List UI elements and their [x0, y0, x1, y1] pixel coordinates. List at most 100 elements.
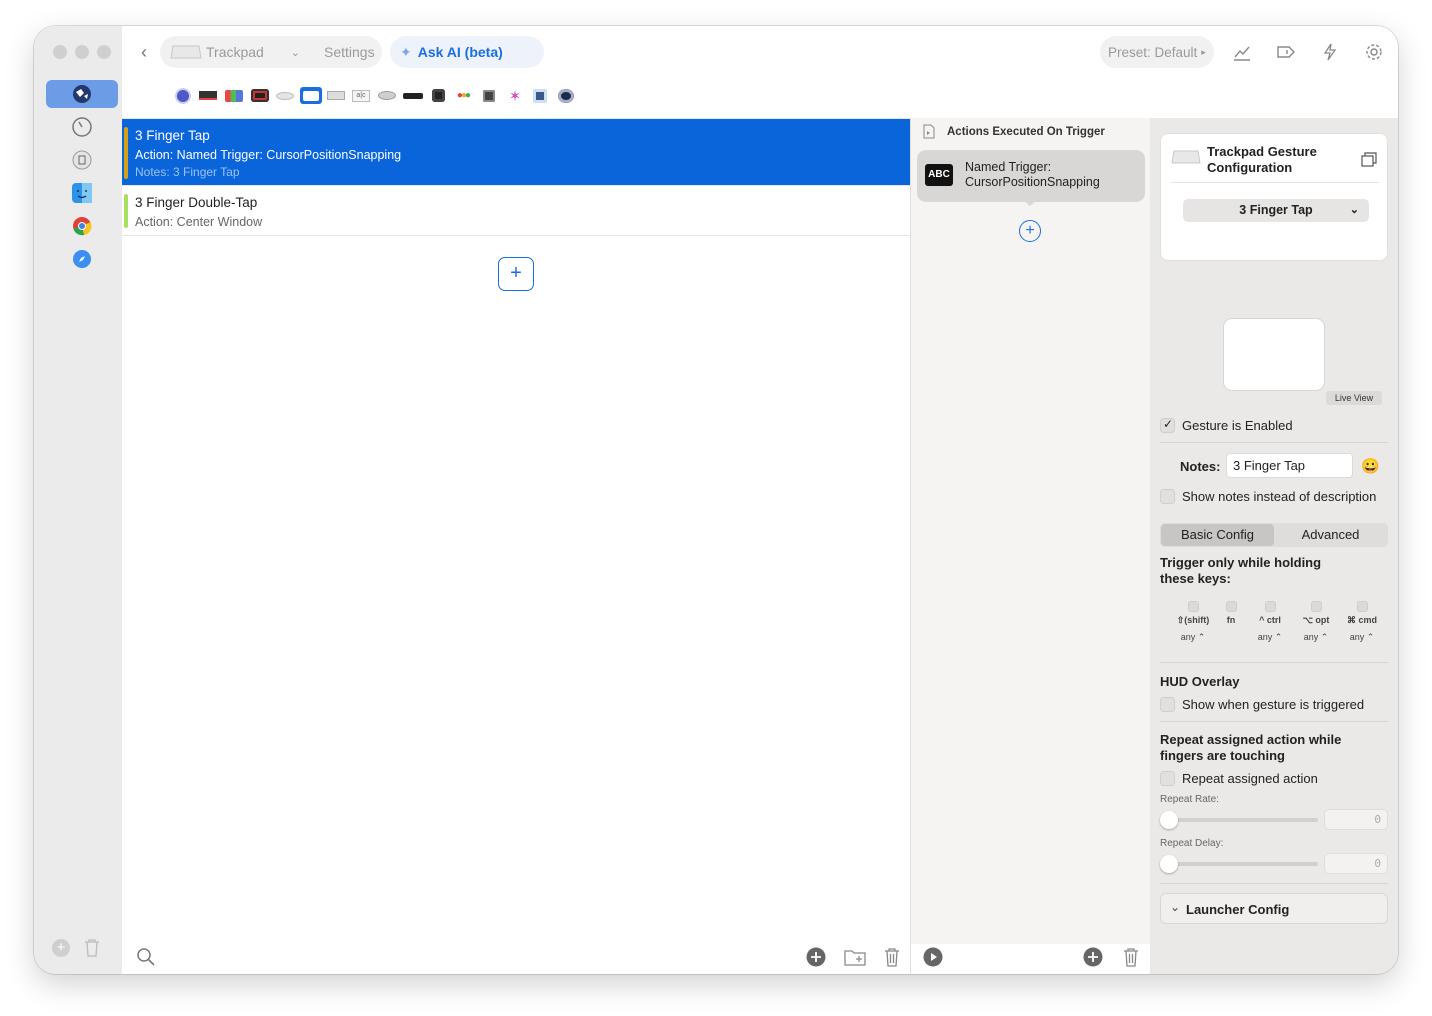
fn-checkbox[interactable] — [1226, 601, 1237, 612]
repeat-title-line2: fingers are touching — [1160, 748, 1285, 763]
rail-item-finder[interactable] — [46, 179, 118, 207]
hud-checkbox[interactable] — [1160, 697, 1175, 712]
trigger-list: 3 Finger Tap Action: Named Trigger: Curs… — [122, 118, 911, 974]
device-tab-notch-bar[interactable] — [556, 87, 576, 104]
trigger-action: Action: Center Window — [135, 215, 263, 229]
trigger-title: 3 Finger Double-Tap — [135, 195, 258, 210]
rail-item-safari[interactable] — [46, 245, 118, 273]
minimize-window-button[interactable] — [75, 45, 89, 59]
sparkle-icon: ✦ — [400, 43, 412, 60]
preset-selector[interactable]: Preset: Default ▸ — [1100, 36, 1214, 68]
device-tab-midi[interactable] — [530, 87, 550, 104]
device-tab-siri-remote[interactable] — [403, 87, 423, 104]
trigger-action: Action: Named Trigger: CursorPositionSna… — [135, 148, 402, 162]
action-label-line2: CursorPositionSnapping — [965, 175, 1100, 189]
tab-basic-config[interactable]: Basic Config — [1161, 524, 1274, 546]
add-action-circle-icon[interactable] — [1083, 947, 1103, 967]
device-label: Trackpad — [206, 44, 264, 60]
device-tab-text-recorder[interactable]: a|c — [351, 87, 371, 104]
device-tab-magic-mouse[interactable] — [275, 87, 295, 104]
trigger-color-bar — [124, 194, 128, 228]
device-tab-keyboard[interactable] — [326, 87, 346, 104]
opt-checkbox[interactable] — [1311, 601, 1322, 612]
rail-item-timers[interactable] — [46, 113, 118, 141]
cmd-label: ⌘ cmd — [1346, 615, 1377, 625]
notes-input[interactable]: 3 Finger Tap — [1226, 453, 1353, 478]
chart-icon[interactable] — [1232, 42, 1252, 62]
shift-checkbox[interactable] — [1188, 601, 1199, 612]
close-window-button[interactable] — [53, 45, 67, 59]
tab-advanced[interactable]: Advanced — [1274, 524, 1387, 546]
copy-icon[interactable] — [1361, 152, 1377, 168]
rail-delete-icon[interactable] — [84, 938, 100, 957]
add-action-button[interactable]: + — [1019, 220, 1041, 242]
show-notes-checkbox[interactable] — [1160, 489, 1175, 504]
repeat-checkbox[interactable] — [1160, 771, 1175, 786]
actions-bottom-bar — [911, 944, 1151, 974]
preset-label: Preset: Default — [1108, 44, 1198, 60]
device-tab-drawings[interactable]: ✶ — [505, 87, 525, 105]
ctrl-checkbox[interactable] — [1265, 601, 1276, 612]
ctrl-side-select[interactable]: any ⌃ — [1248, 632, 1292, 643]
delete-action-icon[interactable] — [1123, 947, 1139, 967]
rail-item-trash[interactable] — [46, 146, 118, 174]
shift-side-select[interactable]: any ⌃ — [1171, 632, 1215, 643]
gear-icon[interactable] — [1364, 42, 1384, 62]
ask-ai-button[interactable]: ✦ Ask AI (beta) — [390, 36, 544, 68]
new-folder-icon[interactable] — [844, 947, 866, 967]
gesture-enabled-checkbox[interactable]: ✓ — [1160, 417, 1175, 433]
trigger-notes: Notes: 3 Finger Tap — [135, 165, 240, 179]
device-tab-streamdeck[interactable] — [250, 87, 270, 104]
cmd-checkbox[interactable] — [1357, 601, 1368, 612]
trigger-keys-line1: Trigger only while holding — [1160, 555, 1322, 570]
trigger-title: 3 Finger Tap — [135, 128, 210, 143]
show-notes-label: Show notes instead of description — [1182, 489, 1377, 504]
rail-item-global[interactable] — [46, 80, 118, 108]
opt-side-select[interactable]: any ⌃ — [1294, 632, 1338, 643]
add-trigger-button[interactable]: + — [498, 257, 534, 291]
repeat-label: Repeat assigned action — [1182, 771, 1318, 786]
device-tab-bttremote[interactable] — [428, 87, 448, 104]
config-panel: Trackpad Gesture Configuration 3 Finger … — [1150, 118, 1398, 974]
add-circle-icon[interactable] — [806, 947, 826, 967]
device-tab-other-triggers[interactable]: ●●● — [453, 87, 473, 104]
repeat-rate-slider[interactable] — [1160, 811, 1318, 829]
cmd-side-select[interactable]: any ⌃ — [1340, 632, 1384, 643]
finder-icon — [72, 183, 92, 203]
ask-ai-label: Ask AI (beta) — [417, 44, 503, 60]
device-tab-automations[interactable] — [479, 87, 499, 104]
device-tab-trackpad[interactable] — [300, 87, 322, 104]
repeat-delay-slider[interactable] — [1160, 855, 1318, 873]
search-icon[interactable] — [136, 947, 156, 967]
device-tab-touchbar[interactable] — [198, 87, 218, 104]
config-title: Trackpad Gesture Configuration — [1207, 144, 1317, 176]
sidebar-rail: + — [34, 26, 122, 974]
device-tab-global[interactable] — [173, 87, 193, 104]
bolt-icon[interactable] — [1320, 42, 1340, 62]
trigger-row-1[interactable]: 3 Finger Tap Action: Named Trigger: Curs… — [122, 119, 910, 186]
divider — [1160, 662, 1388, 663]
play-icon[interactable] — [923, 947, 943, 967]
rail-item-chrome[interactable] — [46, 212, 118, 240]
back-chevron-icon[interactable]: ‹ — [134, 42, 154, 62]
live-view-button[interactable]: Live View — [1326, 391, 1382, 405]
emoji-picker-icon[interactable]: 😀 — [1361, 457, 1380, 475]
repeat-rate-input[interactable]: 0 — [1324, 809, 1388, 830]
repeat-rate-knob[interactable] — [1160, 811, 1178, 829]
settings-link[interactable]: Settings — [324, 44, 375, 60]
trigger-row-2[interactable]: 3 Finger Double-Tap Action: Center Windo… — [122, 186, 910, 236]
zoom-window-button[interactable] — [97, 45, 111, 59]
device-tab-normal-mouse[interactable] — [377, 87, 397, 104]
trigger-keys-title: Trigger only while holding these keys: — [1160, 555, 1321, 587]
repeat-delay-knob[interactable] — [1160, 855, 1178, 873]
gesture-select[interactable]: 3 Finger Tap ⌄ — [1183, 199, 1369, 222]
delete-icon[interactable] — [884, 947, 900, 967]
rail-add-button[interactable]: + — [52, 939, 70, 957]
launcher-config-disclosure[interactable]: ⌄ Launcher Config — [1160, 893, 1388, 924]
fn-label: fn — [1226, 615, 1236, 625]
hud-title: HUD Overlay — [1160, 674, 1240, 689]
label-icon[interactable] — [1276, 42, 1296, 62]
device-tab-keyboard-shortcuts[interactable] — [224, 87, 244, 104]
action-item[interactable]: ABC Named Trigger: CursorPositionSnappin… — [917, 150, 1145, 206]
repeat-delay-input[interactable]: 0 — [1324, 853, 1388, 874]
